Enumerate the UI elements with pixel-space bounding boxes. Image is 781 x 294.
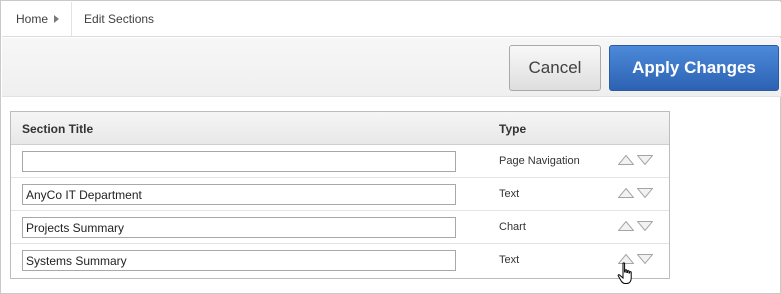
column-header-section-title: Section Title [22, 122, 94, 136]
breadcrumb-current: Edit Sections [84, 12, 155, 26]
section-title-input[interactable] [22, 250, 456, 271]
section-type: Text [499, 188, 520, 200]
table-row: Text [11, 178, 669, 211]
breadcrumb-home-label: Home [16, 12, 49, 26]
triangle-down-icon[interactable] [637, 254, 653, 264]
column-header-type: Type [499, 122, 527, 136]
reorder-controls [618, 188, 658, 200]
page-frame: Home Edit Sections Cancel Apply Changes … [0, 0, 781, 294]
reorder-controls [618, 155, 658, 167]
table-row: Chart [11, 211, 669, 244]
triangle-up-icon[interactable] [618, 188, 634, 198]
section-type: Page Navigation [499, 155, 580, 167]
cancel-button[interactable]: Cancel [509, 45, 601, 91]
section-title-input[interactable] [22, 217, 456, 238]
section-type: Chart [499, 221, 526, 233]
breadcrumb: Home Edit Sections [2, 2, 781, 37]
table-row: Page Navigation [11, 145, 669, 178]
section-title-input[interactable] [22, 151, 456, 172]
triangle-up-icon[interactable] [618, 221, 634, 231]
section-title-input[interactable] [22, 184, 456, 205]
triangle-down-icon[interactable] [637, 155, 653, 165]
hand-pointer-icon [617, 262, 632, 284]
section-type: Text [499, 254, 520, 266]
triangle-down-icon[interactable] [637, 221, 653, 231]
sections-table: Section Title Type Page Navigation Text … [10, 111, 670, 279]
table-header: Section Title Type [11, 112, 669, 145]
breadcrumb-separator-icon [54, 15, 60, 23]
button-bar: Cancel Apply Changes [2, 38, 781, 97]
apply-changes-button[interactable]: Apply Changes [609, 45, 779, 91]
triangle-up-icon[interactable] [618, 155, 634, 165]
breadcrumb-home-link[interactable]: Home [2, 2, 73, 36]
table-row: Text [11, 244, 669, 277]
triangle-down-icon[interactable] [637, 188, 653, 198]
reorder-controls [618, 221, 658, 233]
